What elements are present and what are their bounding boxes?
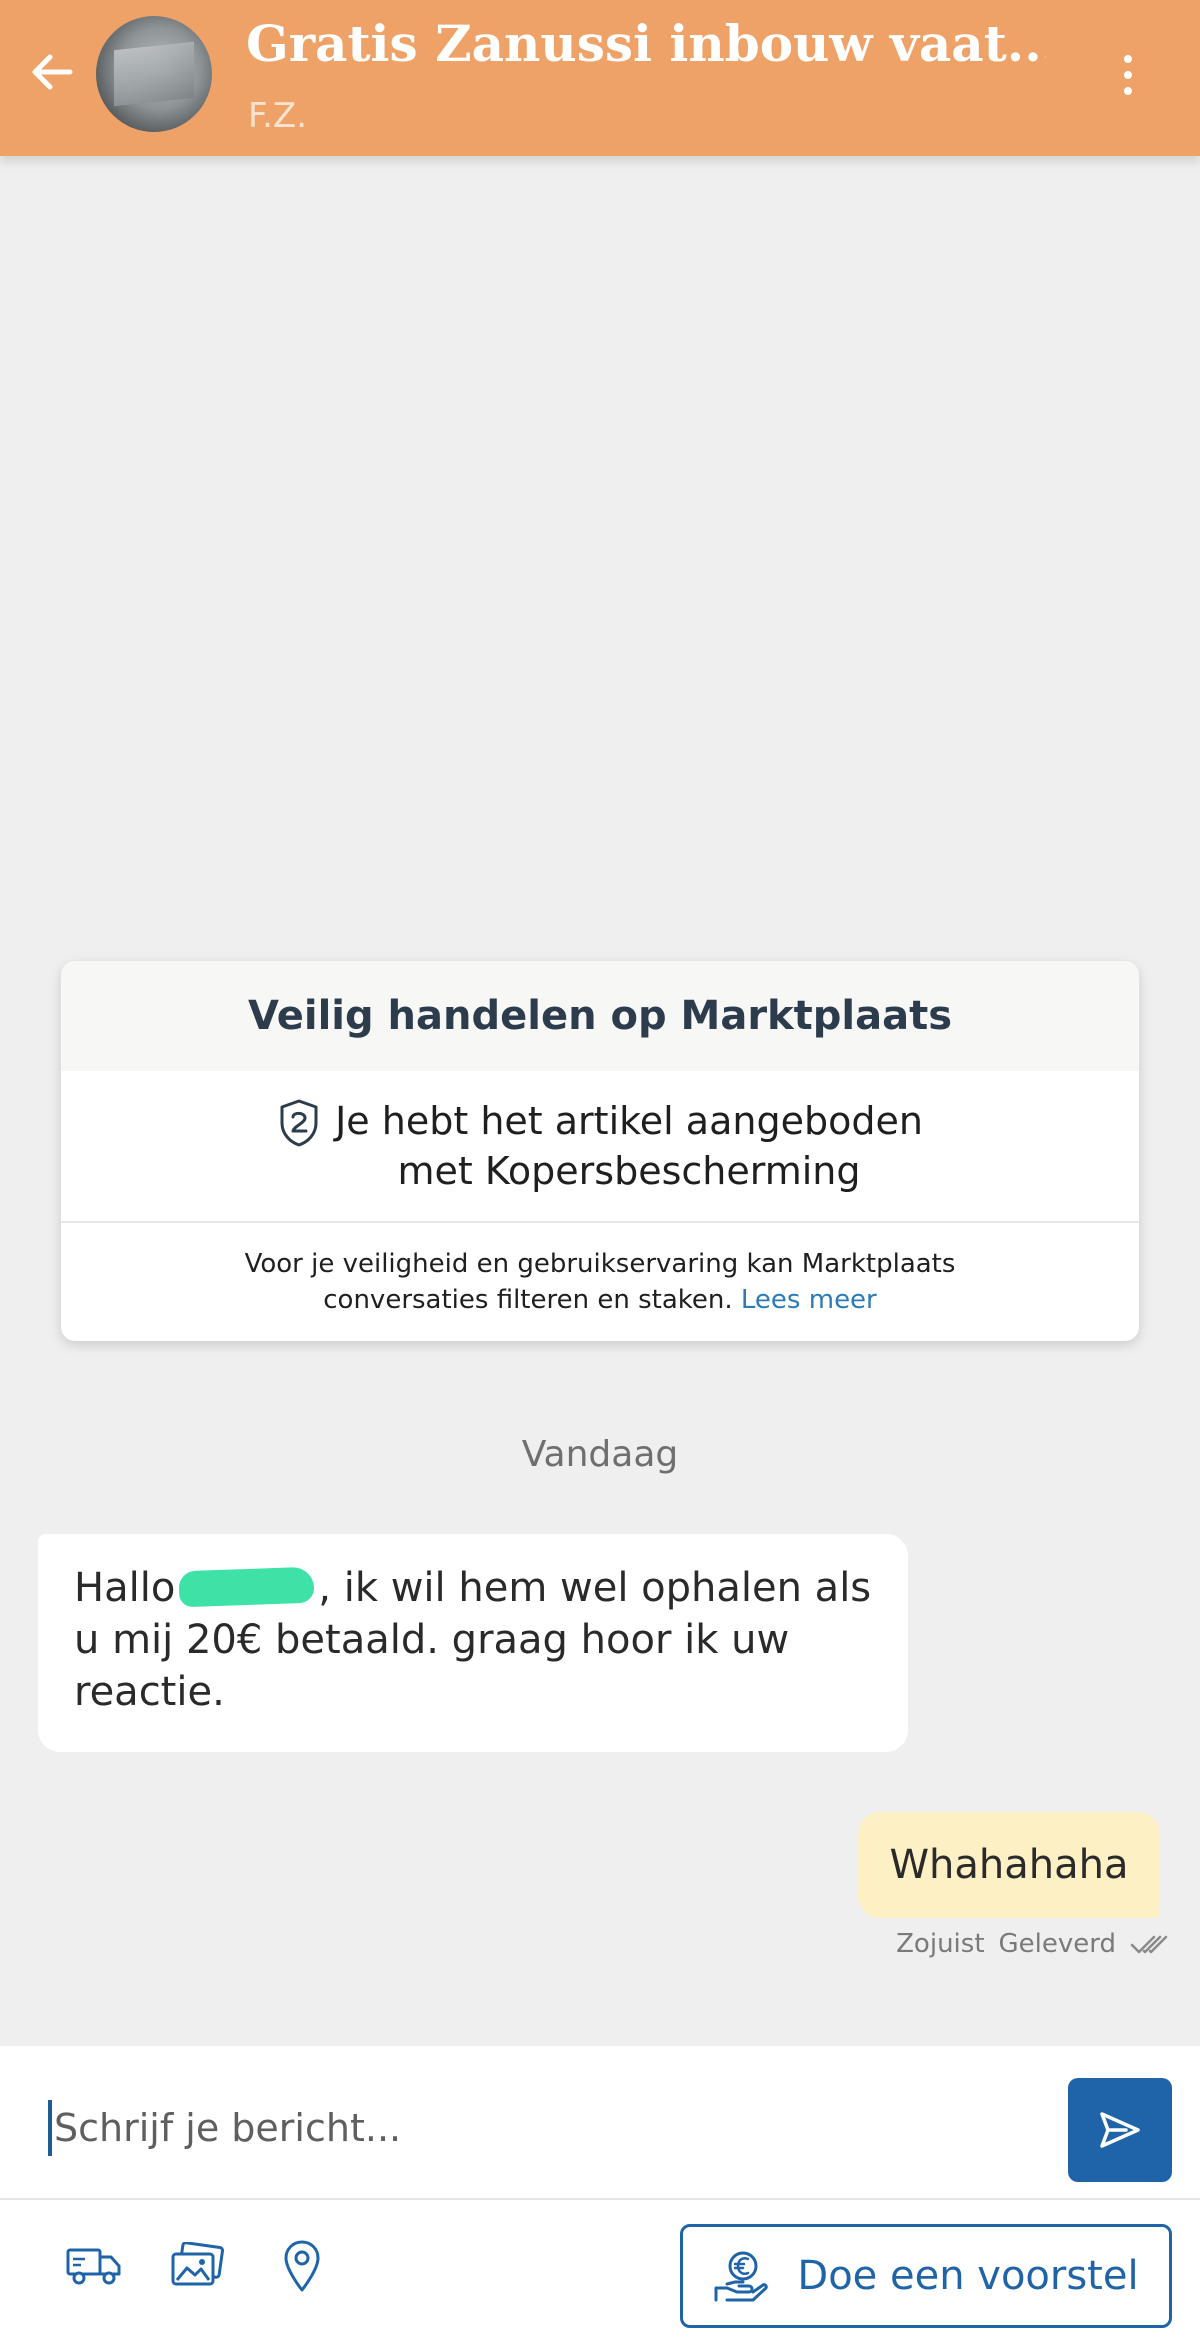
back-button[interactable] [22,42,82,102]
conversation-header: Gratis Zanussi inbouw vaat... F.Z. [0,0,1200,156]
buyer-protection-notice: Je hebt het artikel aangeboden met Koper… [61,1071,1139,1223]
message-greeting: Hallo [74,1565,176,1611]
location-pin-icon [284,2240,320,2292]
message-time: Zojuist [896,1929,985,1959]
euro-hand-icon [714,2251,769,2302]
photo-button[interactable] [165,2234,229,2298]
make-offer-button[interactable]: Doe een voorstel [680,2224,1172,2328]
listing-title[interactable]: Gratis Zanussi inbouw vaat... [246,14,1046,73]
moderation-notice: Voor je veiligheid en gebruikservaring k… [61,1223,1139,1341]
make-offer-label: Doe een voorstel [797,2253,1139,2299]
composer-divider [0,2198,1200,2200]
protection-text-line2: met Kopersbescherming [397,1149,861,1193]
protection-text-line1: Je hebt het artikel aangeboden [335,1099,923,1143]
delivery-status: Geleverd [998,1929,1116,1959]
location-button[interactable] [270,2234,334,2298]
incoming-message[interactable]: Hallo, ik wil hem wel ophalen als u mij … [38,1534,908,1752]
message-status: Zojuist Geleverd [890,1924,1170,1964]
shipping-button[interactable] [62,2234,126,2298]
safety-card: Veilig handelen op Marktplaats Je hebt h… [61,961,1139,1341]
redaction-mark [178,1566,315,1608]
shield-icon [280,1099,318,1147]
images-icon [171,2242,225,2286]
listing-thumbnail[interactable] [96,16,212,132]
message-composer: Doe een voorstel [0,2046,1200,2341]
send-button[interactable] [1068,2078,1172,2182]
outgoing-message-text: Whahahaha [889,1842,1129,1888]
more-options-button[interactable] [1100,40,1156,110]
safety-card-title: Veilig handelen op Marktplaats [61,961,1139,1071]
date-separator: Vandaag [521,1434,679,1475]
moderation-text-line1: Voor je veiligheid en gebruikservaring k… [244,1249,956,1279]
message-list[interactable]: Veilig handelen op Marktplaats Je hebt h… [0,156,1200,2046]
truck-icon [66,2248,121,2285]
text-cursor [48,2100,52,2156]
message-input[interactable] [54,2106,954,2150]
arrow-left-icon [32,54,73,90]
read-more-link[interactable]: Lees meer [741,1285,877,1315]
more-vertical-icon [1124,55,1132,63]
chat-screen: Gratis Zanussi inbouw vaat... F.Z. Veili… [0,0,1200,2341]
outgoing-message[interactable]: Whahahaha [858,1812,1160,1918]
moderation-text-line2: conversaties filteren en staken. [323,1285,733,1315]
seller-name: F.Z. [248,96,308,136]
message-input-wrapper[interactable] [48,2096,1008,2160]
send-icon [1100,2112,1140,2148]
double-check-icon [1130,1935,1168,1954]
